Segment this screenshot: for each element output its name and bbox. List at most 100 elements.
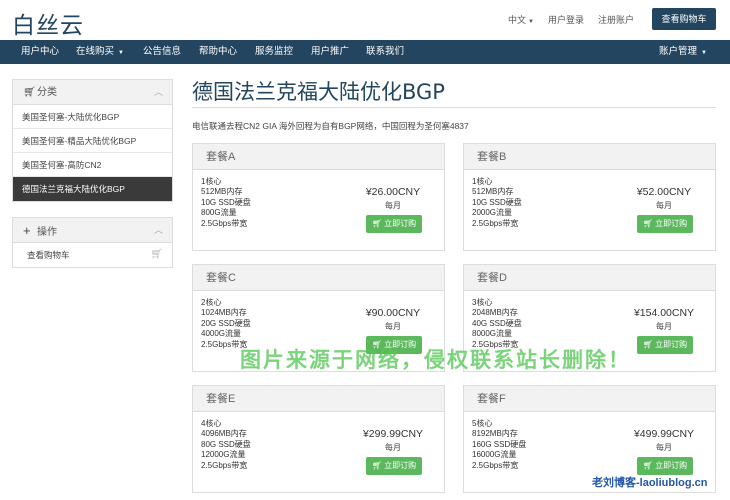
plan-specs: 5核心 8192MB内存 160G SSD硬盘 16000G流量 2.5Gbps… [472,419,526,471]
spec-traffic: 800G流量 [201,208,237,218]
caret-down-icon: ▼ [118,50,124,56]
nav-announcements[interactable]: 公告信息 [143,40,181,64]
nav-service-monitor[interactable]: 服务监控 [255,40,293,64]
plus-icon: + [23,223,31,238]
spec-memory: 512MB内存 [201,187,243,197]
plan-period: 每月 [385,201,401,210]
plan-specs: 1核心 512MB内存 10G SSD硬盘 2000G流量 2.5Gbps带宽 [472,177,522,229]
spec-traffic: 12000G流量 [201,450,246,460]
spec-bandwidth: 2.5Gbps带宽 [472,218,519,228]
shopping-cart-icon: 🛒︎ [371,461,383,470]
plan-card-b: 套餐B 1核心 512MB内存 10G SSD硬盘 2000G流量 2.5Gbp… [463,143,716,251]
spec-cpu: 2核心 [201,298,222,307]
shopping-cart-icon: 🛒︎ [642,219,654,228]
spec-bandwidth: 2.5Gbps带宽 [201,460,248,470]
title-divider [192,107,716,108]
plan-price: ¥26.00CNY [365,186,421,198]
order-button-label: 立即订购 [655,219,688,228]
spec-memory: 2048MB内存 [472,308,518,318]
order-button[interactable]: 🛒︎ 立即订购 [637,215,693,233]
shopping-cart-icon: 🛒︎ [150,249,163,260]
order-button[interactable]: 🛒︎ 立即订购 [637,457,693,475]
spec-traffic: 8000G流量 [472,329,513,339]
nav-user-center[interactable]: 用户中心 [21,40,59,64]
language-label: 中文 [508,15,527,25]
order-button-label: 立即订购 [655,461,688,470]
category-item[interactable]: 美国圣何塞-大陆优化BGP [13,105,172,129]
spec-bandwidth: 2.5Gbps带宽 [201,218,248,228]
main-navbar: 用户中心 在线购买 ▼ 公告信息 帮助中心 服务监控 用户推广 联系我们 账户管理… [0,40,730,64]
spec-cpu: 5核心 [472,419,493,428]
nav-help-center[interactable]: 帮助中心 [199,40,237,64]
nav-contact[interactable]: 联系我们 [366,40,404,64]
order-button[interactable]: 🛒︎ 立即订购 [637,336,693,354]
categories-panel: 🛒︎分类 ︿ 美国圣何塞-大陆优化BGP 美国圣何塞-精品大陆优化BGP 美国圣… [12,79,173,202]
nav-referral[interactable]: 用户推广 [311,40,349,64]
spec-memory: 1024MB内存 [201,308,247,318]
chevron-up-icon[interactable]: ︿ [154,218,163,243]
plan-name: 套餐F [464,386,715,412]
order-button[interactable]: 🛒︎ 立即订购 [366,457,422,475]
plan-specs: 1核心 512MB内存 10G SSD硬盘 800G流量 2.5Gbps带宽 [201,177,251,229]
plan-price: ¥299.99CNY [362,428,424,440]
order-button-label: 立即订购 [655,340,688,349]
order-button-label: 立即订购 [384,219,417,228]
spec-disk: 160G SSD硬盘 [472,439,527,449]
plan-specs: 3核心 2048MB内存 40G SSD硬盘 8000G流量 2.5Gbps带宽 [472,298,522,350]
spec-disk: 10G SSD硬盘 [472,197,522,207]
categories-header[interactable]: 🛒︎分类 ︿ [13,80,172,105]
plan-card-e: 套餐E 4核心 4096MB内存 80G SSD硬盘 12000G流量 2.5G… [192,385,445,493]
actions-title: 操作 [37,227,57,238]
spec-traffic: 4000G流量 [201,329,242,339]
spec-traffic: 2000G流量 [472,208,513,218]
chevron-up-icon[interactable]: ︿ [154,80,163,105]
view-cart-button[interactable]: 查看购物车 [652,8,716,30]
plan-name: 套餐A [193,144,444,170]
category-item-active[interactable]: 德国法兰克福大陆优化BGP [13,177,172,201]
plan-price: ¥90.00CNY [365,307,421,319]
plan-name: 套餐B [464,144,715,170]
blog-watermark: 老刘博客-laoliublog.cn [592,477,708,489]
shopping-cart-icon: 🛒︎ [642,461,654,470]
spec-memory: 8192MB内存 [472,429,518,439]
category-item[interactable]: 美国圣何塞-高防CN2 [13,153,172,177]
spec-disk: 40G SSD硬盘 [472,318,522,328]
spec-disk: 80G SSD硬盘 [201,439,251,449]
shopping-cart-icon: 🛒︎ [371,219,383,228]
spec-memory: 512MB内存 [472,187,514,197]
order-button[interactable]: 🛒︎ 立即订购 [366,215,422,233]
spec-traffic: 16000G流量 [472,450,517,460]
caret-down-icon: ▼ [528,19,534,25]
view-cart-action[interactable]: 查看购物车 🛒︎ [13,243,172,267]
spec-bandwidth: 2.5Gbps带宽 [472,460,519,470]
nav-account-management[interactable]: 账户管理 ▼ [659,40,707,64]
plan-period: 每月 [656,201,672,210]
spec-cpu: 3核心 [472,298,493,307]
plan-price: ¥499.99CNY [633,428,695,440]
actions-header[interactable]: + 操作 ︿ [13,218,172,243]
plan-period: 每月 [656,443,672,452]
shopping-cart-icon: 🛒︎ [642,340,654,349]
order-button-label: 立即订购 [384,461,417,470]
actions-panel: + 操作 ︿ 查看购物车 🛒︎ [12,217,173,268]
category-item[interactable]: 美国圣何塞-精品大陆优化BGP [13,129,172,153]
plan-name: 套餐D [464,265,715,291]
top-header: 白丝云 中文 ▼ 用户登录 注册账户 查看购物车 [0,0,730,40]
caret-down-icon: ▼ [701,50,707,56]
register-link[interactable]: 注册账户 [598,13,634,26]
plan-name: 套餐C [193,265,444,291]
plan-price: ¥154.00CNY [633,307,695,319]
site-logo[interactable]: 白丝云 [12,6,84,40]
spec-cpu: 4核心 [201,419,222,428]
shopping-cart-icon: 🛒︎ [23,87,36,98]
nav-account-label: 账户管理 [659,46,698,57]
nav-buy-online[interactable]: 在线购买 ▼ [76,40,124,64]
login-link[interactable]: 用户登录 [548,13,584,26]
plan-period: 每月 [385,443,401,452]
language-selector[interactable]: 中文 ▼ [508,13,534,26]
plan-card-a: 套餐A 1核心 512MB内存 10G SSD硬盘 800G流量 2.5Gbps… [192,143,445,251]
plan-specs: 4核心 4096MB内存 80G SSD硬盘 12000G流量 2.5Gbps带… [201,419,251,471]
spec-memory: 4096MB内存 [201,429,247,439]
spec-disk: 20G SSD硬盘 [201,318,251,328]
spec-disk: 10G SSD硬盘 [201,197,251,207]
